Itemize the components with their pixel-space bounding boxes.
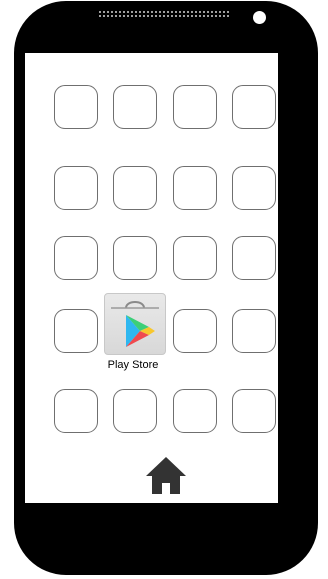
app-slot[interactable] (113, 85, 157, 129)
app-slot[interactable] (232, 389, 276, 433)
app-slot[interactable] (173, 166, 217, 210)
app-slot[interactable] (232, 236, 276, 280)
app-slot[interactable] (54, 309, 98, 353)
app-slot[interactable] (173, 309, 217, 353)
app-slot[interactable] (113, 389, 157, 433)
app-slot[interactable] (232, 85, 276, 129)
app-slot[interactable] (232, 166, 276, 210)
speaker-grille (98, 10, 230, 18)
front-camera (253, 11, 266, 24)
home-button[interactable] (145, 455, 187, 495)
app-slot[interactable] (54, 236, 98, 280)
home-icon (146, 457, 186, 494)
app-slot[interactable] (232, 309, 276, 353)
app-slot[interactable] (54, 389, 98, 433)
app-slot[interactable] (173, 85, 217, 129)
play-store-app[interactable] (104, 293, 166, 355)
app-slot[interactable] (173, 389, 217, 433)
play-store-icon (111, 301, 159, 347)
app-slot[interactable] (113, 166, 157, 210)
app-slot[interactable] (173, 236, 217, 280)
play-store-label[interactable]: Play Store (93, 359, 173, 372)
app-slot[interactable] (113, 236, 157, 280)
app-slot[interactable] (54, 85, 98, 129)
app-slot[interactable] (54, 166, 98, 210)
